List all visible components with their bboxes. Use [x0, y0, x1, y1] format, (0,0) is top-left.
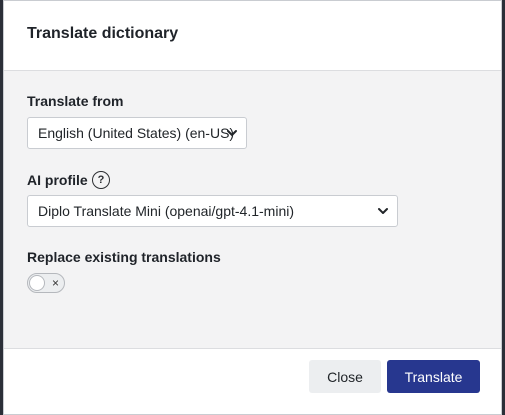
chevron-down-icon: [227, 130, 237, 136]
translate-from-select[interactable]: English (United States) (en-US): [27, 117, 247, 149]
translate-from-value: English (United States) (en-US): [38, 125, 235, 141]
help-circle-icon[interactable]: ?: [92, 171, 110, 189]
close-button[interactable]: Close: [309, 360, 381, 393]
translate-button[interactable]: Translate: [387, 360, 480, 393]
dialog-footer: Close Translate: [4, 348, 501, 414]
chevron-down-icon: [378, 208, 388, 214]
close-icon: ×: [51, 276, 59, 290]
replace-existing-toggle[interactable]: ×: [27, 273, 65, 293]
translate-dictionary-dialog: Translate dictionary Translate from Engl…: [3, 0, 502, 415]
ai-profile-label: AI profile: [27, 172, 88, 188]
translate-from-label: Translate from: [27, 93, 124, 109]
ai-profile-select[interactable]: Diplo Translate Mini (openai/gpt-4.1-min…: [27, 195, 398, 227]
replace-existing-label: Replace existing translations: [27, 249, 221, 265]
toggle-knob: [29, 275, 45, 291]
dialog-title: Translate dictionary: [27, 25, 179, 42]
ai-profile-value: Diplo Translate Mini (openai/gpt-4.1-min…: [38, 203, 294, 219]
dialog-body: Translate from English (United States) (…: [4, 71, 501, 349]
dialog-header: Translate dictionary: [4, 1, 501, 71]
